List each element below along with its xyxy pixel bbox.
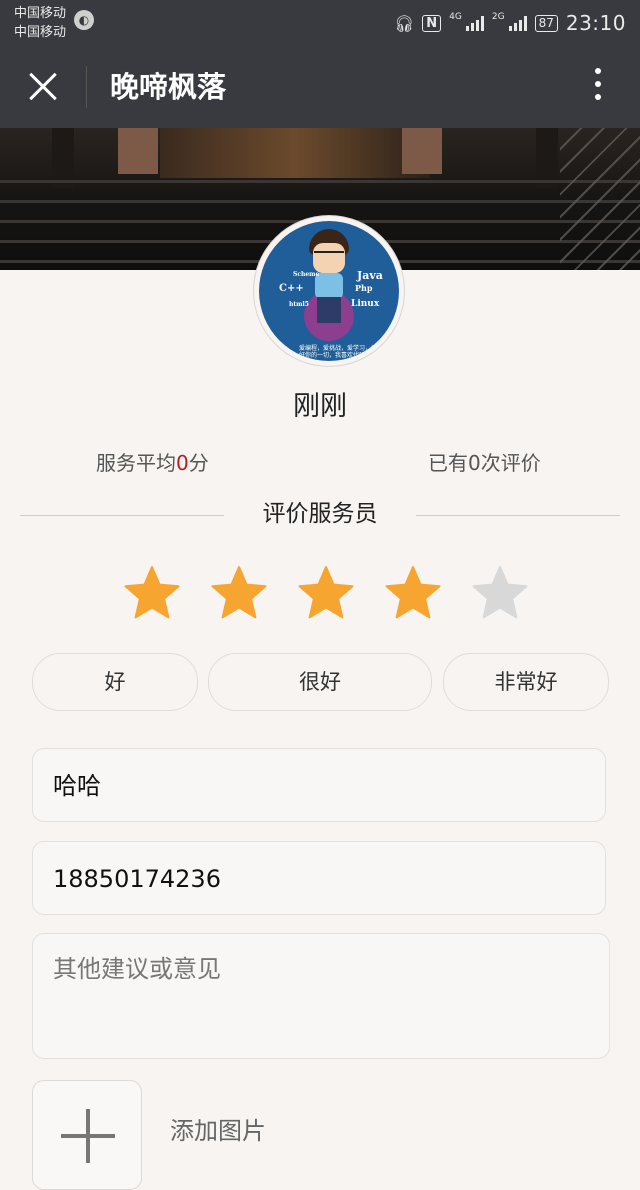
avatar: Java C++ Php Linux Scheme html5 爱编程，爱挑战，… (259, 221, 399, 361)
star-5-icon[interactable] (470, 564, 530, 624)
network-type-2: 2G (491, 11, 505, 22)
star-4-icon[interactable] (383, 564, 443, 624)
average-score: 服务平均0分 (96, 451, 209, 475)
plus-icon (61, 1109, 115, 1163)
tag-good-button[interactable]: 好 (32, 653, 198, 711)
carrier-1: 中国移动 (14, 6, 67, 21)
review-count: 已有0次评价 (428, 451, 541, 475)
nfc-icon: N (422, 14, 442, 32)
status-bar: 中国移动 中国移动 ◐ 🎧︎ N 4G 2G 87 23:10 (0, 0, 640, 46)
star-2-icon[interactable] (209, 564, 269, 624)
status-icons: 🎧︎ N 4G 2G 87 23:10 (394, 0, 626, 46)
clock: 23:10 (565, 11, 626, 35)
close-icon[interactable] (26, 70, 60, 104)
comment-textarea[interactable]: 其他建议或意见 (32, 933, 610, 1059)
star-rating (122, 564, 530, 624)
star-1-icon[interactable] (122, 564, 182, 624)
divider-right (416, 515, 620, 516)
quick-tags: 好 很好 非常好 (0, 653, 640, 711)
phone-input[interactable]: 18850174236 (32, 841, 606, 915)
headphones-icon: 🎧︎ (393, 13, 415, 33)
score-value: 0 (176, 451, 189, 475)
network-type-1: 4G (449, 11, 462, 22)
name-input[interactable]: 哈哈 (32, 748, 606, 822)
page-title: 晚啼枫落 (110, 70, 227, 104)
staff-name: 刚刚 (293, 391, 347, 422)
signal-icon-2 (508, 15, 527, 31)
tag-excellent-button[interactable]: 非常好 (443, 653, 609, 711)
add-image-label: 添加图片 (170, 1117, 266, 1145)
more-vertical-icon[interactable] (594, 68, 602, 108)
battery-icon: 87 (534, 14, 558, 32)
carrier-info: 中国移动 中国移动 (14, 4, 66, 42)
carrier-badge-icon: ◐ (74, 10, 94, 30)
signal-icon (465, 15, 484, 31)
star-3-icon[interactable] (296, 564, 356, 624)
add-image-button[interactable] (32, 1080, 142, 1190)
title-divider (86, 66, 87, 108)
title-bar: 晚啼枫落 (0, 46, 640, 128)
tag-very-good-button[interactable]: 很好 (208, 653, 432, 711)
section-title: 评价服务员 (262, 501, 378, 527)
rate-section-header: 评价服务员 (0, 496, 640, 532)
stats-row: 服务平均0分 已有0次评价 (0, 448, 640, 478)
carrier-2: 中国移动 (14, 25, 67, 40)
